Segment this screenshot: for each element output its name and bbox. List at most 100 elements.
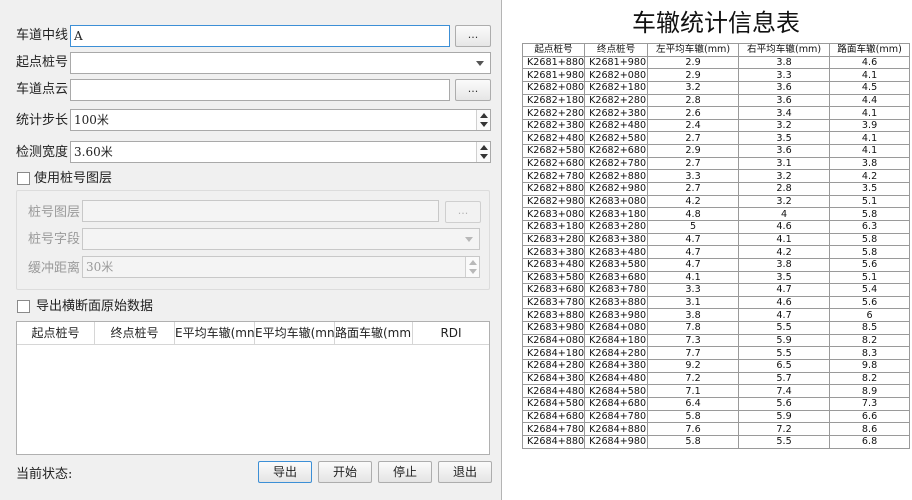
column-header[interactable]: 终点桩号 (95, 322, 175, 345)
table-row: K2684+080 K2684+180 7.3 5.9 8.2 (521, 333, 911, 348)
table-cell: 3.5 (829, 182, 911, 196)
use-station-layer-checkbox[interactable] (17, 172, 30, 185)
table-row: K2684+880 K2684+980 5.8 5.5 6.8 (521, 434, 911, 449)
status-label: 当前状态: (16, 467, 73, 482)
column-header[interactable]: E平均车辙(mn (255, 322, 335, 345)
table-row: K2681+880 K2681+980 2.9 3.8 4.6 (521, 55, 911, 70)
table-cell: 4.1 (829, 144, 911, 158)
station-layer-browse-button[interactable]: ... (445, 201, 481, 223)
table-cell: 3.2 (738, 194, 831, 209)
table-row: K2684+380 K2684+480 7.2 5.7 8.2 (521, 371, 911, 386)
table-cell: 3.2 (647, 80, 740, 95)
result-table[interactable]: 起点桩号 终点桩号 E平均车辙(mn E平均车辙(mn 路面车辙(mm) RDI (16, 321, 490, 455)
table-row: K2683+380 K2683+480 4.7 4.2 5.8 (521, 245, 911, 259)
table-cell: K2682+280 (584, 93, 649, 108)
start-station-select[interactable] (70, 52, 491, 74)
table-cell: 3.6 (738, 80, 831, 95)
table-cell: K2684+280 (521, 359, 586, 373)
table-cell: K2682+180 (584, 80, 649, 95)
table-cell: 2.7 (647, 156, 740, 171)
column-header[interactable]: E平均车辙(mn (175, 322, 255, 345)
table-cell: K2683+080 (584, 194, 649, 209)
table-cell: K2683+780 (521, 295, 586, 310)
station-layer-label: 桩号图层 (28, 205, 81, 220)
exit-button[interactable]: 退出 (438, 461, 492, 483)
buffer-distance-value: 30米 (86, 260, 114, 274)
table-cell: K2682+380 (521, 118, 586, 133)
table-cell: 4.5 (829, 80, 911, 95)
table-cell: 7.6 (647, 422, 740, 436)
table-row: K2684+680 K2684+780 5.8 5.9 6.6 (521, 409, 911, 424)
station-layer-input[interactable] (82, 200, 439, 222)
step-length-spinbox[interactable]: 100米 (70, 109, 491, 131)
table-row: K2683+980 K2684+080 7.8 5.5 8.5 (521, 321, 911, 335)
table-cell: K2682+380 (584, 106, 649, 120)
table-cell: K2683+380 (521, 245, 586, 259)
table-cell: 3.5 (738, 270, 831, 285)
table-cell: 5.9 (738, 333, 831, 348)
table-cell: 4.2 (829, 169, 911, 184)
table-cell: 7.3 (647, 333, 740, 348)
table-cell: 5.9 (738, 409, 831, 424)
stop-button[interactable]: 停止 (378, 461, 432, 483)
column-header[interactable]: RDI (413, 322, 489, 345)
table-cell: 5 (647, 219, 740, 234)
report-column-header: 路面车辙(mm) (829, 43, 911, 57)
table-cell: K2683+380 (584, 232, 649, 247)
table-cell: 7.2 (647, 371, 740, 386)
table-cell: 2.4 (647, 118, 740, 133)
table-cell: 4.6 (829, 55, 911, 70)
lane-centerline-browse-button[interactable]: ... (455, 25, 491, 47)
table-cell: 5.4 (829, 283, 911, 297)
detect-width-label: 检测宽度 (16, 145, 69, 160)
column-header[interactable]: 路面车辙(mm) (335, 322, 413, 345)
table-cell: K2684+880 (521, 434, 586, 449)
export-button[interactable]: 导出 (258, 461, 312, 483)
table-row: K2684+180 K2684+280 7.7 5.5 8.3 (521, 346, 911, 361)
table-cell: 6.6 (829, 409, 911, 424)
table-row: K2683+580 K2683+680 4.1 3.5 5.1 (521, 270, 911, 285)
table-row: K2682+880 K2682+980 2.7 2.8 3.5 (521, 182, 911, 196)
table-cell: 2.9 (647, 68, 740, 82)
lane-centerline-input[interactable]: A (70, 25, 450, 47)
table-cell: K2683+880 (584, 295, 649, 310)
table-cell: 2.9 (647, 144, 740, 158)
table-cell: 7.1 (647, 384, 740, 398)
table-cell: 5.8 (829, 207, 911, 221)
table-cell: 3.4 (738, 106, 831, 120)
export-raw-checkbox[interactable] (17, 300, 30, 313)
table-cell: 3.6 (738, 93, 831, 108)
buffer-distance-label: 缓冲距离 (28, 261, 81, 276)
table-row: K2683+280 K2683+380 4.7 4.1 5.8 (521, 232, 911, 247)
station-field-select[interactable] (82, 228, 480, 250)
table-cell: 5.5 (738, 321, 831, 335)
table-cell: K2684+780 (521, 422, 586, 436)
report-column-header: 右平均车辙(mm) (738, 43, 831, 57)
start-button[interactable]: 开始 (318, 461, 372, 483)
detect-width-spinbox[interactable]: 3.60米 (70, 141, 491, 163)
spin-arrows-icon[interactable] (476, 110, 490, 130)
buffer-distance-spinbox[interactable]: 30米 (82, 256, 480, 278)
table-cell: K2683+980 (584, 308, 649, 323)
table-cell: 4.6 (738, 219, 831, 234)
column-header[interactable]: 起点桩号 (17, 322, 95, 345)
table-cell: 5.8 (829, 232, 911, 247)
spin-arrows-icon[interactable] (476, 142, 490, 162)
lane-pointcloud-browse-button[interactable]: ... (455, 79, 491, 101)
lane-pointcloud-input[interactable] (70, 79, 450, 101)
table-row: K2684+580 K2684+680 6.4 5.6 7.3 (521, 396, 911, 411)
station-field-label: 桩号字段 (28, 232, 81, 247)
table-cell: 5.6 (738, 396, 831, 411)
table-cell: K2683+880 (521, 308, 586, 323)
table-cell: 8.5 (829, 321, 911, 335)
table-cell: K2683+480 (584, 245, 649, 259)
spin-arrows-icon[interactable] (465, 257, 479, 277)
report-column-header: 左平均车辙(mm) (647, 43, 740, 57)
table-cell: K2682+780 (584, 156, 649, 171)
table-cell: K2684+180 (584, 333, 649, 348)
table-cell: 5.8 (647, 434, 740, 449)
table-cell: K2683+780 (584, 283, 649, 297)
lane-pointcloud-label: 车道点云 (16, 82, 69, 97)
table-cell: 4.7 (647, 245, 740, 259)
table-cell: 5.1 (829, 270, 911, 285)
